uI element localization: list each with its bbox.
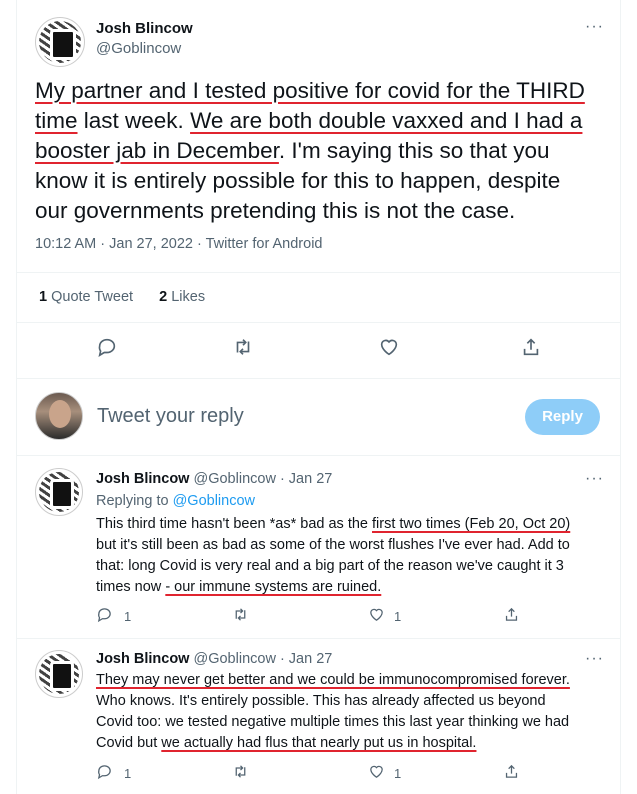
text-line: They may never get better and we could b… — [96, 670, 616, 691]
underlined-text: - our immune systems are ruined. — [165, 579, 382, 595]
reply-icon[interactable] — [96, 763, 122, 789]
reply-text: They may never get better and we could b… — [96, 670, 616, 754]
like-icon[interactable] — [378, 336, 404, 362]
more-options-icon[interactable]: ··· — [585, 650, 604, 668]
quote-tweets-link[interactable]: 1 Quote Tweet — [39, 289, 133, 305]
text-segment: Covid too: we tested negative multiple t… — [96, 714, 570, 730]
reply-icon[interactable] — [96, 336, 122, 362]
underlined-text: They may never get better and we could b… — [96, 672, 570, 688]
tweet-timestamp[interactable]: 10:12 AM · Jan 27, 2022 · Twitter for An… — [35, 236, 322, 252]
reply-author-name[interactable]: Josh Blincow — [96, 651, 189, 667]
author-handle[interactable]: @Goblincow — [96, 40, 181, 57]
retweet-icon[interactable] — [232, 763, 258, 789]
divider — [17, 638, 620, 639]
underlined-text: we actually had flus that nearly put us … — [161, 735, 477, 751]
timeline-border-right — [620, 0, 621, 794]
text-segment: . I'm saying this so that you — [278, 138, 550, 163]
tweet-stats: 1 Quote Tweet 2 Likes — [39, 289, 205, 305]
text-segment: This third time hasn't been *as* bad as … — [96, 516, 373, 532]
text-segment: but it's still been as bad as some of th… — [96, 537, 570, 553]
text-segment: our governments pretending this is not t… — [35, 198, 516, 223]
more-options-icon[interactable]: ··· — [585, 18, 604, 36]
reply-author-avatar[interactable] — [35, 468, 83, 516]
text-line: Covid too: we tested negative multiple t… — [96, 712, 616, 733]
text-line: but it's still been as bad as some of th… — [96, 535, 616, 556]
text-line: times now - our immune systems are ruine… — [96, 577, 616, 598]
reply-author-handle[interactable]: @Goblincow · Jan 27 — [194, 471, 333, 487]
divider — [17, 322, 620, 323]
underlined-text: My partner and I tested positive for cov… — [35, 78, 585, 103]
timeline-border-left — [16, 0, 17, 794]
more-options-icon[interactable]: ··· — [585, 470, 604, 488]
retweet-icon[interactable] — [232, 336, 258, 362]
share-icon[interactable] — [503, 606, 529, 632]
underlined-text: first two times (Feb 20, Oct 20) — [372, 516, 571, 532]
reply-header: Josh Blincow @Goblincow · Jan 27 — [96, 651, 332, 667]
text-line: Covid but we actually had flus that near… — [96, 733, 616, 754]
underlined-text: booster jab in December — [35, 138, 279, 163]
reply-count: 1 — [124, 609, 132, 624]
reply-author-avatar[interactable] — [35, 650, 83, 698]
underlined-text: time — [35, 108, 78, 133]
share-icon[interactable] — [520, 336, 546, 362]
current-user-avatar[interactable] — [35, 392, 83, 440]
replying-to: Replying to @Goblincow — [96, 493, 255, 509]
reply-count: 1 — [124, 766, 132, 781]
reply-icon[interactable] — [96, 606, 122, 632]
text-line: This third time hasn't been *as* bad as … — [96, 514, 616, 535]
reply-header: Josh Blincow @Goblincow · Jan 27 — [96, 471, 332, 487]
reply-button[interactable]: Reply — [525, 399, 600, 435]
reply-author-name[interactable]: Josh Blincow — [96, 471, 189, 487]
like-icon[interactable] — [368, 763, 394, 789]
retweet-icon[interactable] — [232, 606, 258, 632]
like-count: 1 — [394, 609, 402, 624]
text-line: that: long Covid is very real and a big … — [96, 556, 616, 577]
text-line: booster jab in December. I'm saying this… — [35, 136, 620, 166]
replying-to-link[interactable]: @Goblincow — [173, 493, 255, 509]
text-segment: Who knows. It's entirely possible. This … — [96, 693, 546, 709]
text-segment: times now — [96, 579, 166, 595]
text-segment: that: long Covid is very real and a big … — [96, 558, 564, 574]
text-segment: know it is entirely possible for this to… — [35, 168, 561, 193]
like-count: 1 — [394, 766, 402, 781]
text-line: our governments pretending this is not t… — [35, 196, 620, 226]
text-line: Who knows. It's entirely possible. This … — [96, 691, 616, 712]
likes-link[interactable]: 2 Likes — [159, 289, 205, 305]
text-segment: Covid but — [96, 735, 162, 751]
reply-author-handle[interactable]: @Goblincow · Jan 27 — [194, 651, 333, 667]
underlined-text: We are both double vaxxed and I had a — [190, 108, 583, 133]
author-name[interactable]: Josh Blincow — [96, 20, 193, 37]
text-line: time last week. We are both double vaxxe… — [35, 106, 620, 136]
author-avatar[interactable] — [35, 17, 85, 67]
divider — [17, 455, 620, 456]
reply-input[interactable]: Tweet your reply — [97, 405, 244, 428]
text-line: know it is entirely possible for this to… — [35, 166, 620, 196]
reply-text: This third time hasn't been *as* bad as … — [96, 514, 616, 598]
divider — [17, 272, 620, 273]
divider — [17, 378, 620, 379]
text-line: My partner and I tested positive for cov… — [35, 76, 620, 106]
tweet-text: My partner and I tested positive for cov… — [35, 76, 620, 226]
text-segment: last week. — [77, 108, 191, 133]
share-icon[interactable] — [503, 763, 529, 789]
like-icon[interactable] — [368, 606, 394, 632]
